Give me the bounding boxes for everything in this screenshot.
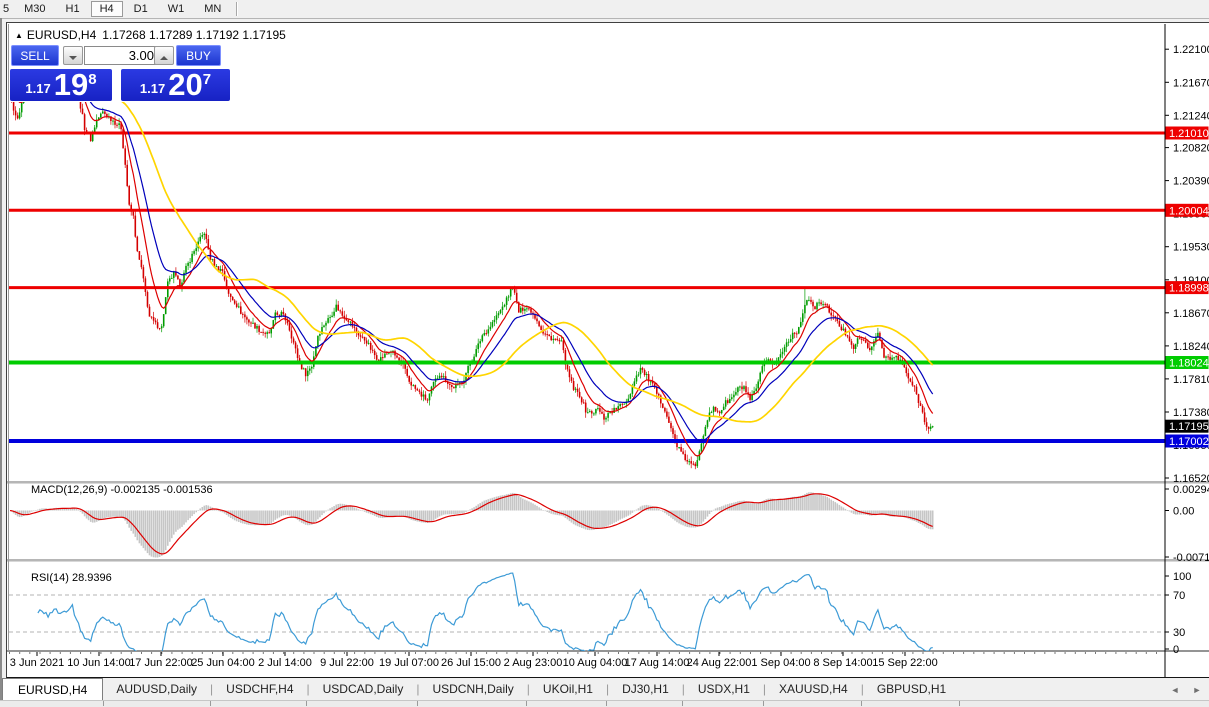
time-axis-label: 24 Aug 22:00	[687, 657, 752, 669]
time-axis-label: 17 Jun 22:00	[129, 657, 193, 669]
strip-tick	[763, 701, 764, 706]
svg-text:30: 30	[1173, 627, 1185, 639]
svg-text:1.22100: 1.22100	[1173, 44, 1209, 56]
strip-tick	[210, 701, 211, 706]
timeframe-button-mn[interactable]: MN	[195, 1, 230, 17]
timeframe-button-d1[interactable]: D1	[125, 1, 157, 17]
volume-decrease-button[interactable]	[63, 46, 83, 65]
buy-price-pips: 20	[168, 67, 203, 102]
svg-text:1.17380: 1.17380	[1173, 407, 1209, 419]
time-axis-label: 8 Sep 14:00	[813, 657, 872, 669]
time-axis-label: 19 Jul 07:00	[379, 657, 439, 669]
tab-ukoil-h1[interactable]: UKOil,H1	[530, 678, 606, 700]
time-axis-label: 10 Jun 14:00	[67, 657, 131, 669]
tabs-scroll-right-button[interactable]: ►	[1190, 684, 1204, 696]
tab-gbpusd-h1[interactable]: GBPUSD,H1	[864, 678, 959, 700]
strip-tick	[861, 701, 862, 706]
time-axis-label: 1 Sep 04:00	[751, 657, 810, 669]
time-axis-label: 15 Sep 22:00	[872, 657, 937, 669]
timeframe-button-w1[interactable]: W1	[159, 1, 194, 17]
svg-text:1.21010: 1.21010	[1169, 128, 1209, 140]
svg-text:1.20390: 1.20390	[1173, 176, 1209, 188]
svg-text:1.18240: 1.18240	[1173, 341, 1209, 353]
time-axis-label: 2 Jul 14:00	[258, 657, 312, 669]
time-axis-label: 3 Jun 2021	[10, 657, 64, 669]
tabs-scroll-left-button[interactable]: ◄	[1168, 684, 1182, 696]
svg-text:1.18024: 1.18024	[1169, 358, 1209, 370]
svg-text:0.00: 0.00	[1173, 506, 1194, 518]
timeframe-button-h1[interactable]: H1	[57, 1, 89, 17]
buy-button[interactable]: BUY	[176, 45, 221, 66]
window-left-border	[0, 18, 2, 706]
tab-usdcad-daily[interactable]: USDCAD,Daily	[310, 678, 417, 700]
timeframe-button-5[interactable]: 5	[1, 1, 13, 17]
svg-text:1.20004: 1.20004	[1169, 205, 1209, 217]
time-axis-label: 17 Aug 14:00	[625, 657, 690, 669]
strip-tick	[417, 701, 418, 706]
tab-usdx-h1[interactable]: USDX,H1	[685, 678, 763, 700]
chart-tabs-bar: EURUSD,H4 AUDUSD,Daily | USDCHF,H4 | USDCAD,D…	[2, 678, 1152, 700]
svg-text:100: 100	[1173, 571, 1191, 583]
timeframe-button-h4[interactable]: H4	[90, 1, 123, 17]
strip-tick	[103, 701, 104, 706]
buy-price-big-figure: 1.17	[139, 81, 166, 96]
buy-price-display[interactable]: 1.17 20 7	[121, 69, 230, 101]
svg-text:0: 0	[1173, 644, 1179, 656]
svg-text:1.17195: 1.17195	[1169, 421, 1209, 433]
tab-usdchf-h4[interactable]: USDCHF,H4	[213, 678, 306, 700]
svg-text:1.20820: 1.20820	[1173, 143, 1209, 155]
volume-increase-button[interactable]	[154, 46, 174, 65]
tab-dj30-h1[interactable]: DJ30,H1	[609, 678, 682, 700]
timeframe-toolbar: 5 M30 H1 H4 D1 W1 MN	[0, 0, 1209, 19]
chart-title: ▲ EURUSD,H4 1.17268 1.17289 1.17192 1.1719…	[15, 28, 286, 42]
svg-text:1.18670: 1.18670	[1173, 308, 1209, 320]
rsi-label: RSI(14) 28.9396	[31, 572, 112, 584]
buy-price-point: 7	[202, 71, 212, 88]
svg-text:1.17810: 1.17810	[1173, 374, 1209, 386]
svg-text:1.17002: 1.17002	[1169, 436, 1209, 448]
timeframe-button-m30[interactable]: M30	[15, 1, 54, 17]
time-axis-label: 10 Aug 04:00	[563, 657, 628, 669]
time-axis-label: 26 Jul 15:00	[441, 657, 501, 669]
tab-xauusd-h4[interactable]: XAUUSD,H4	[766, 678, 861, 700]
sell-price-point: 8	[88, 71, 97, 88]
toolbar-separator	[236, 2, 238, 16]
down-arrow-icon	[69, 56, 77, 60]
sell-button[interactable]: SELL	[11, 45, 59, 66]
collapse-arrow-icon[interactable]: ▲	[15, 31, 23, 40]
svg-text:1.18998: 1.18998	[1169, 283, 1209, 295]
one-click-trading-panel: SELL BUY 1.17198 1.17207	[10, 44, 231, 102]
time-axis-label: 25 Jun 04:00	[191, 657, 255, 669]
chart-ohlc-values: 1.17268 1.17289 1.17192 1.17195	[102, 28, 286, 42]
tab-audusd-daily[interactable]: AUDUSD,Daily	[103, 678, 210, 700]
sell-price-display[interactable]: 1.17 19 8	[10, 69, 112, 101]
volume-input[interactable]	[84, 46, 158, 65]
chart-window: MACD(12,26,9) -0.002135 -0.001536 RSI(14)…	[6, 22, 1209, 678]
time-axis-label: 9 Jul 22:00	[320, 657, 374, 669]
strip-tick	[306, 701, 307, 706]
up-arrow-icon	[160, 56, 168, 60]
svg-text:1.21240: 1.21240	[1173, 110, 1209, 122]
strip-tick	[526, 701, 527, 706]
sell-price-big-figure: 1.17	[25, 81, 51, 96]
svg-text:-0.00715: -0.00715	[1173, 552, 1209, 564]
strip-tick	[682, 701, 683, 706]
svg-text:0.002947: 0.002947	[1173, 484, 1209, 496]
svg-text:70: 70	[1173, 590, 1185, 602]
time-axis-label: 2 Aug 23:00	[504, 657, 563, 669]
tab-eurusd-h4[interactable]: EURUSD,H4	[2, 678, 104, 700]
sell-price-pips: 19	[53, 67, 89, 102]
strip-tick	[959, 701, 960, 706]
tab-usdcnh-daily[interactable]: USDCNH,Daily	[419, 678, 526, 700]
macd-label: MACD(12,26,9) -0.002135 -0.001536	[31, 484, 213, 496]
price-chart-canvas[interactable]: MACD(12,26,9) -0.002135 -0.001536 RSI(14)…	[7, 23, 1209, 677]
svg-text:1.21670: 1.21670	[1173, 77, 1209, 89]
chart-symbol-label: EURUSD,H4	[26, 28, 97, 42]
strip-tick	[606, 701, 607, 706]
svg-text:1.19530: 1.19530	[1173, 242, 1209, 254]
